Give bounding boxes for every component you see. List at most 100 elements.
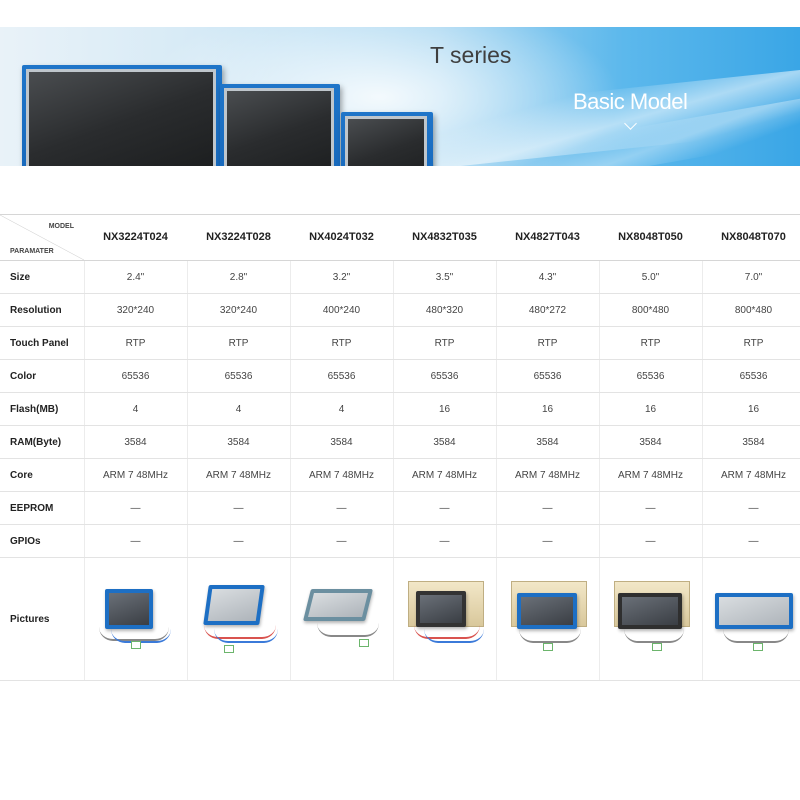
spec-value: 320*240 (219, 304, 258, 316)
spec-value: ARM 7 48MHz (308, 469, 374, 481)
spec-value: 3.2" (332, 271, 351, 283)
spec-value: — (645, 502, 656, 514)
spec-value: 320*240 (116, 304, 155, 316)
spec-value: — (233, 502, 244, 514)
model-header: NX8048T050 (618, 231, 683, 243)
spec-value: ARM 7 48MHz (411, 469, 477, 481)
spec-value: 16 (747, 403, 760, 415)
row-label: Touch Panel (10, 337, 69, 349)
spec-value: — (336, 535, 347, 547)
spec-value: 3.5" (435, 271, 454, 283)
spec-value: 4 (338, 403, 345, 415)
spec-value: ARM 7 48MHz (102, 469, 168, 481)
table-body: Size 2.4" 2.8" 3.2" 3.5" 4.3" 5.0" 7.0" Resoluti… (0, 261, 800, 558)
spec-value: RTP (743, 337, 764, 349)
table-row: Flash(MB) 4 4 4 16 16 16 16 (0, 393, 800, 426)
spec-value: 3584 (742, 436, 765, 448)
model-header: NX3224T024 (103, 231, 168, 243)
spec-value: — (233, 535, 244, 547)
spec-value: 65536 (636, 370, 665, 382)
product-picture[interactable] (496, 558, 599, 680)
table-corner-header: MODEL PARAMATER (0, 215, 84, 260)
spec-value: RTP (228, 337, 249, 349)
spec-value: 5.0" (641, 271, 660, 283)
corner-parameter-label: PARAMATER (10, 248, 54, 255)
spec-value: — (130, 502, 141, 514)
spec-value: 400*240 (322, 304, 361, 316)
display-product-image (220, 84, 340, 166)
row-label: GPIOs (10, 535, 41, 547)
hero-banner: T series Basic Model (0, 27, 800, 166)
product-picture[interactable] (702, 558, 800, 680)
spec-value: — (542, 535, 553, 547)
spec-value: — (439, 502, 450, 514)
spec-value: 2.8" (229, 271, 248, 283)
spec-value: ARM 7 48MHz (617, 469, 683, 481)
spec-value: RTP (331, 337, 352, 349)
table-row: Resolution 320*240 320*240 400*240 480*320 48… (0, 294, 800, 327)
model-header: NX3224T028 (206, 231, 271, 243)
row-label: Flash(MB) (10, 403, 59, 415)
model-header: NX4024T032 (309, 231, 374, 243)
row-label: Pictures (10, 613, 50, 625)
product-picture[interactable] (599, 558, 702, 680)
table-header-row: MODEL PARAMATER NX3224T024 NX3224T028 NX… (0, 214, 800, 261)
product-picture[interactable] (290, 558, 393, 680)
product-picture[interactable] (84, 558, 187, 680)
spec-value: 65536 (739, 370, 768, 382)
spec-value: 3584 (227, 436, 250, 448)
spec-value: — (130, 535, 141, 547)
spec-value: 800*480 (734, 304, 773, 316)
spec-value: — (748, 535, 759, 547)
model-subtitle: Basic Model (573, 89, 688, 114)
display-product-image (22, 65, 222, 166)
spec-value: RTP (537, 337, 558, 349)
table-row: EEPROM — — — — — — — (0, 492, 800, 525)
spec-value: 16 (644, 403, 657, 415)
table-row: GPIOs — — — — — — — (0, 525, 800, 558)
row-label: Size (10, 271, 31, 283)
spec-value: ARM 7 48MHz (514, 469, 580, 481)
spec-value: — (336, 502, 347, 514)
display-product-image (341, 112, 433, 166)
table-row: Size 2.4" 2.8" 3.2" 3.5" 4.3" 5.0" 7.0" (0, 261, 800, 294)
spec-value: 4 (132, 403, 139, 415)
spec-value: 65536 (533, 370, 562, 382)
spec-value: 2.4" (126, 271, 145, 283)
spec-value: ARM 7 48MHz (720, 469, 786, 481)
spec-value: RTP (640, 337, 661, 349)
spec-value: 480*272 (528, 304, 567, 316)
spec-value: 3584 (639, 436, 662, 448)
spec-value: ARM 7 48MHz (205, 469, 271, 481)
spec-value: 3584 (433, 436, 456, 448)
row-label: RAM(Byte) (10, 436, 62, 448)
spec-value: RTP (434, 337, 455, 349)
spec-value: 4 (235, 403, 242, 415)
series-title: T series (430, 42, 512, 68)
spec-value: — (645, 535, 656, 547)
spec-value: 3584 (330, 436, 353, 448)
table-row: Color 65536 65536 65536 65536 65536 65536 65536 (0, 360, 800, 393)
spec-value: RTP (125, 337, 146, 349)
row-label: Core (10, 469, 33, 481)
spec-value: 7.0" (744, 271, 763, 283)
spec-value: — (542, 502, 553, 514)
table-row: RAM(Byte) 3584 3584 3584 3584 3584 3584 3584 (0, 426, 800, 459)
spec-value: 16 (438, 403, 451, 415)
spec-value: 65536 (430, 370, 459, 382)
row-label: EEPROM (10, 502, 54, 514)
spec-value: — (439, 535, 450, 547)
spec-value: 3584 (124, 436, 147, 448)
model-header: NX4827T043 (515, 231, 580, 243)
spec-value: 4.3" (538, 271, 557, 283)
table-row-pictures: Pictures (0, 558, 800, 681)
product-picture[interactable] (393, 558, 496, 680)
table-row: Core ARM 7 48MHz ARM 7 48MHz ARM 7 48MHz ARM… (0, 459, 800, 492)
spec-value: 3584 (536, 436, 559, 448)
spec-value: 65536 (327, 370, 356, 382)
spec-value: 65536 (121, 370, 150, 382)
model-header: NX8048T070 (721, 231, 786, 243)
corner-model-label: MODEL (48, 223, 74, 230)
product-picture[interactable] (187, 558, 290, 680)
table-row: Touch Panel RTP RTP RTP RTP RTP RTP RTP (0, 327, 800, 360)
